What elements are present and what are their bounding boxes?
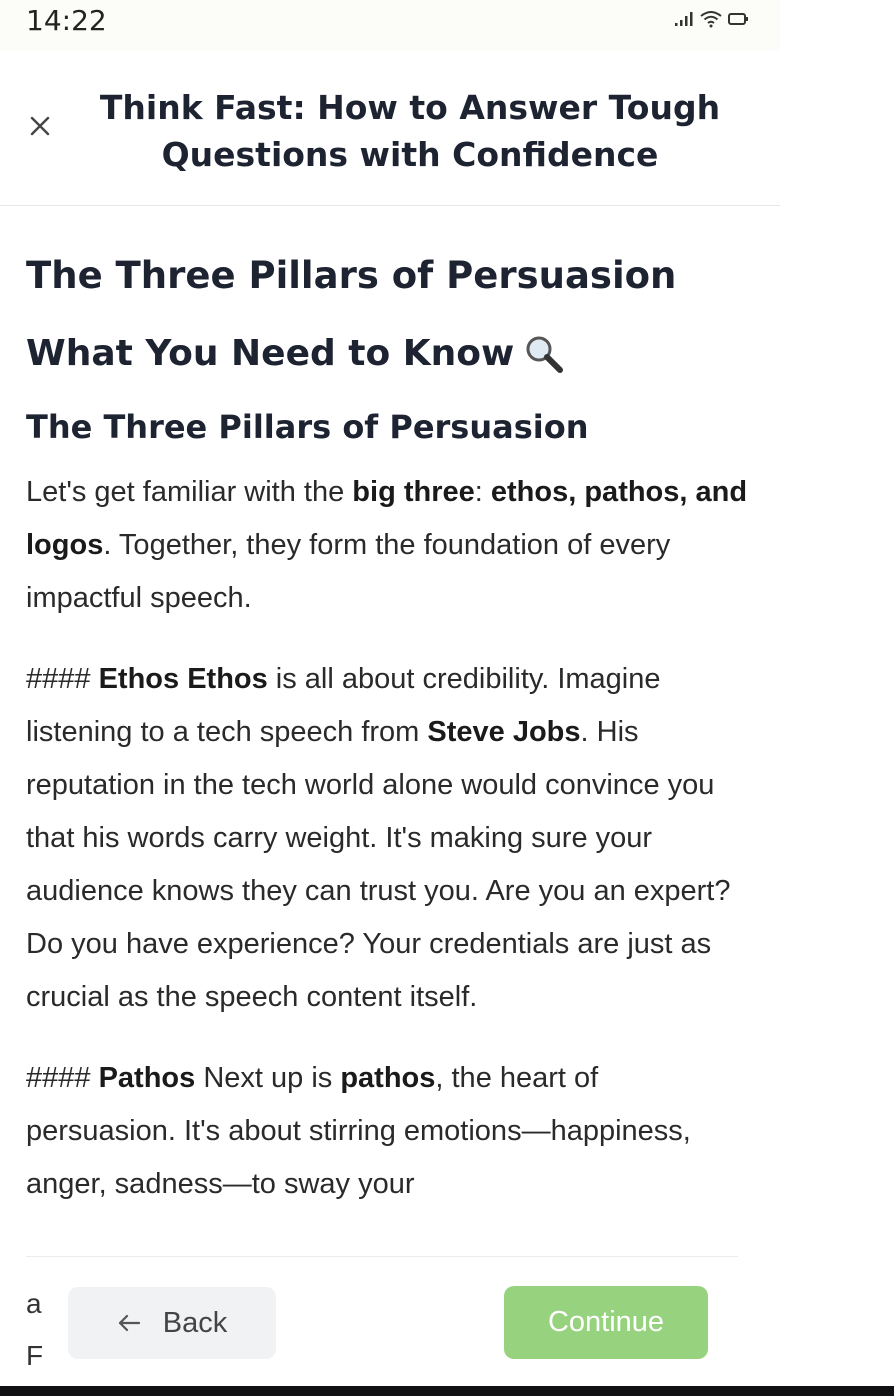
arrow-left-icon: [118, 1314, 140, 1332]
app-screen: 14:22 Think Fast: How to Answer Tough Qu…: [0, 0, 780, 1396]
lesson-content: The Three Pillars of Persuasion What You…: [26, 218, 756, 1256]
section-heading: The Three Pillars of Persuasion: [26, 254, 677, 297]
back-button-label: Back: [162, 1306, 228, 1339]
status-icons: [674, 10, 750, 28]
lesson-header: Think Fast: How to Answer Tough Question…: [0, 50, 780, 206]
screen-margin: [780, 0, 894, 1386]
back-button[interactable]: Back: [68, 1287, 276, 1359]
signal-icon: [675, 12, 693, 26]
ethos-paragraph: #### Ethos Ethos is all about credibilit…: [26, 663, 731, 1013]
status-time: 14:22: [26, 4, 107, 37]
status-bar: 14:22: [0, 0, 780, 50]
wifi-icon: [700, 11, 722, 28]
battery-icon: [728, 13, 748, 25]
subsection-heading: What You Need to Know: [26, 328, 756, 380]
footer-divider: [26, 1256, 738, 1257]
topic-heading: The Three Pillars of Persuasion: [26, 408, 589, 446]
lesson-title: Think Fast: How to Answer Tough Question…: [99, 88, 721, 174]
continue-button[interactable]: Continue: [504, 1286, 708, 1359]
pathos-paragraph: #### Pathos Next up is pathos, the heart…: [26, 1062, 691, 1200]
overflow-text-fragment: a: [26, 1288, 42, 1319]
overflow-text-fragment: F: [26, 1340, 44, 1371]
close-icon[interactable]: [26, 112, 54, 140]
continue-button-label: Continue: [547, 1306, 665, 1338]
intro-paragraph: Let's get familiar with the big three: e…: [26, 476, 748, 614]
magnifier-icon: [526, 336, 564, 373]
subsection-heading-text: What You Need to Know: [26, 333, 515, 374]
system-navigation-bar: [0, 1386, 894, 1396]
